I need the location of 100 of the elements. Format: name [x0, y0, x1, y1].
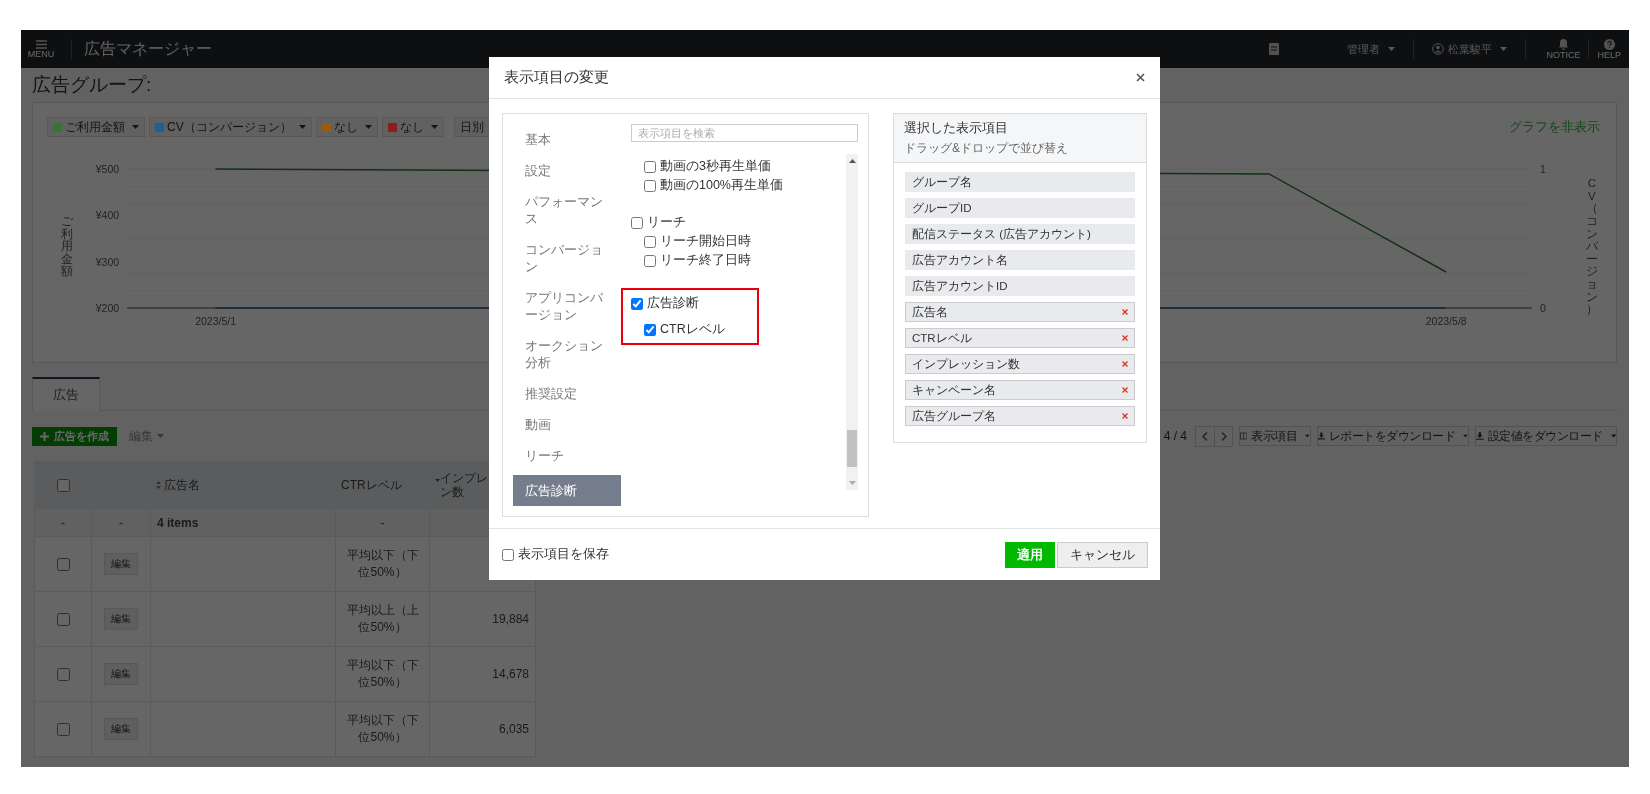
scroll-down-icon[interactable] [848, 481, 856, 485]
checkbox[interactable] [644, 323, 656, 336]
summary-cell: 4 items [150, 508, 336, 537]
row-checkbox[interactable] [57, 612, 70, 626]
column-header[interactable]: 広告名 [150, 461, 336, 509]
column-header[interactable]: CTRレベル [335, 461, 430, 509]
metric-dropdown[interactable]: CV（コンバージョン） [149, 117, 312, 137]
sort-icon [156, 480, 161, 489]
category-item[interactable]: パフォーマンス [513, 186, 621, 234]
axis-tick-label: 2023/5/1 [195, 315, 237, 327]
selected-column-item[interactable]: 広告グループ名 [905, 406, 1135, 426]
row-checkbox[interactable] [57, 722, 70, 736]
cancel-button[interactable]: キャンセル [1057, 541, 1148, 568]
panel-hint: ドラッグ&ドロップで並び替え [904, 140, 1069, 157]
category-item[interactable]: リーチ [513, 440, 621, 471]
checkbox[interactable] [644, 254, 656, 267]
caret-icon [1305, 434, 1310, 438]
category-item[interactable]: 基本 [513, 124, 621, 155]
caret-icon [132, 125, 139, 129]
selected-column-item[interactable]: 広告アカウント名 [905, 250, 1135, 270]
menu-button[interactable]: MENU [23, 39, 59, 59]
edit-button[interactable]: 編集 [104, 553, 138, 575]
download-report-dropdown[interactable]: レポートをダウンロード [1317, 426, 1469, 446]
category-item[interactable]: アプリコンバージョン [513, 282, 621, 330]
option-label: 動画の100%再生単価 [660, 177, 783, 194]
category-item[interactable]: 広告診断 [513, 475, 621, 506]
category-item[interactable]: 動画 [513, 409, 621, 440]
edit-button[interactable]: 編集 [104, 608, 138, 630]
table-cell: 平均以下（下位50%） [335, 701, 430, 757]
caret-icon [1500, 47, 1508, 51]
axis-tick-label: ¥400 [94, 208, 120, 223]
download-settings-dropdown[interactable]: 設定値をダウンロード [1475, 426, 1617, 446]
selected-column-item[interactable]: キャンペーン名 [905, 380, 1135, 400]
checkbox[interactable] [631, 297, 643, 310]
checkbox[interactable] [644, 160, 656, 173]
document-icon[interactable] [1269, 43, 1280, 55]
checkbox[interactable] [644, 179, 656, 192]
help-icon [1603, 38, 1615, 50]
remove-icon[interactable] [1122, 413, 1128, 419]
checkbox[interactable] [631, 216, 643, 229]
hide-chart-link[interactable]: グラフを非表示 [1509, 118, 1600, 136]
scrollbar-thumb[interactable] [847, 430, 857, 467]
menu-icon [35, 39, 47, 49]
remove-icon[interactable] [1122, 309, 1128, 315]
edit-button[interactable]: 編集 [104, 663, 138, 685]
selected-column-item[interactable]: 配信ステータス (広告アカウント) [905, 224, 1135, 244]
notice-button[interactable]: NOTICE [1538, 38, 1589, 60]
plus-icon [40, 431, 49, 441]
select-all-checkbox[interactable] [57, 478, 70, 492]
table-cell: 14,678 [429, 646, 536, 702]
category-item[interactable]: 設定 [513, 155, 621, 186]
selected-column-item[interactable]: グループID [905, 198, 1135, 218]
column-header[interactable]: ン数 [440, 485, 488, 499]
columns-dropdown[interactable]: 表示項目 [1239, 426, 1311, 446]
create-ad-button[interactable]: 広告を作成 [32, 426, 117, 446]
category-item[interactable]: コンバージョン [513, 234, 621, 282]
remove-icon[interactable] [1122, 387, 1128, 393]
option-label: リーチ開始日時 [660, 233, 751, 250]
caret-icon [364, 125, 372, 129]
metric-dropdown[interactable]: ご利用金額 [47, 117, 145, 137]
selected-column-item[interactable]: グループ名 [905, 172, 1135, 192]
category-item[interactable]: オークション分析 [513, 330, 621, 378]
user-menu[interactable]: 松葉駿平 [1426, 41, 1514, 57]
chevron-right-icon [1220, 431, 1227, 441]
page-title: 広告グループ: [32, 73, 152, 97]
selected-column-item[interactable]: 広告名 [905, 302, 1135, 322]
remove-icon[interactable] [1122, 335, 1128, 341]
checkbox[interactable] [502, 548, 514, 561]
summary-cell: - [91, 508, 151, 537]
close-icon[interactable] [1136, 73, 1145, 82]
remove-icon[interactable] [1122, 361, 1128, 367]
column-header[interactable]: インプレ [440, 471, 488, 485]
axis-tick-label: ¥300 [94, 254, 120, 269]
category-item[interactable]: 推奨設定 [513, 378, 621, 409]
scroll-up-icon[interactable] [848, 159, 856, 163]
caret-icon [1610, 434, 1616, 438]
bell-icon [1557, 38, 1569, 50]
caret-icon [430, 125, 438, 129]
apply-button[interactable]: 適用 [1005, 541, 1055, 568]
selected-column-item[interactable]: CTRレベル [905, 328, 1135, 348]
columns-icon [1240, 431, 1248, 441]
selected-column-item[interactable]: 広告アカウントID [905, 276, 1135, 296]
caret-icon [1388, 47, 1396, 51]
row-checkbox[interactable] [57, 557, 70, 571]
help-button[interactable]: HELP [1589, 38, 1629, 60]
axis-tick-label: 1 [1539, 162, 1547, 176]
scrollbar[interactable] [846, 154, 858, 490]
row-checkbox[interactable] [57, 667, 70, 681]
download-icon [1318, 431, 1325, 441]
search-field[interactable]: 表示項目を検索 [631, 124, 858, 142]
selected-column-item[interactable]: インプレッション数 [905, 354, 1135, 374]
tab[interactable]: 広告 [32, 377, 100, 411]
metric-dropdown[interactable]: なし [315, 117, 378, 137]
table-cell: 6,035 [429, 701, 536, 757]
download-icon [1476, 431, 1484, 441]
option-label: リーチ [647, 214, 686, 231]
edit-button[interactable]: 編集 [104, 718, 138, 740]
caret-icon [1463, 434, 1468, 438]
metric-dropdown[interactable]: なし [381, 117, 444, 137]
checkbox[interactable] [644, 235, 656, 248]
